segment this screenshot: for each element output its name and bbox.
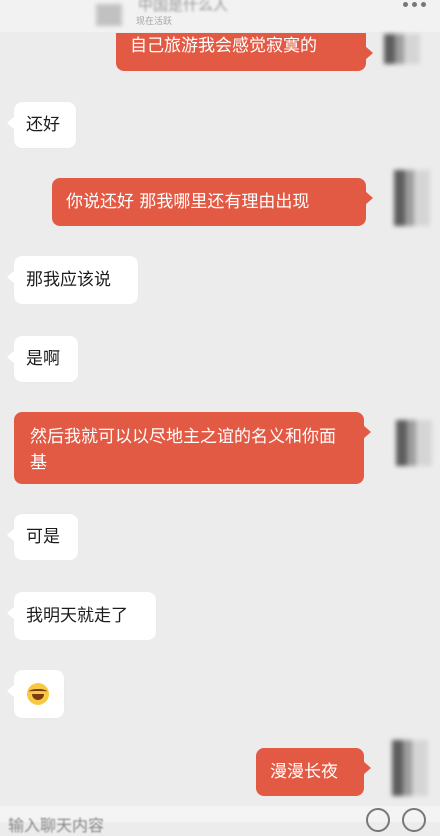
emoji-button-icon[interactable]	[366, 808, 390, 832]
more-icon[interactable]	[403, 2, 426, 7]
status-text: 现在活跃	[136, 17, 173, 27]
my-avatar[interactable]	[384, 34, 420, 64]
message-text: 漫漫长夜	[270, 762, 338, 782]
message-bubble-incoming[interactable]: 那我应该说	[7, 256, 138, 304]
message-bubble-incoming[interactable]: 我明天就走了	[7, 592, 156, 640]
message-bubble-outgoing[interactable]: 漫漫长夜	[256, 748, 371, 796]
chat-header: 中国是什么人 现在活跃	[0, 0, 440, 32]
chat-title: 中国是什么人	[138, 0, 229, 14]
my-avatar[interactable]	[392, 740, 428, 796]
chat-input[interactable]: 输入聊天内容	[8, 812, 104, 836]
add-button-icon[interactable]	[402, 808, 426, 832]
message-bubble-outgoing[interactable]: 你说还好 那我哪里还有理由出现	[52, 178, 373, 226]
contact-avatar[interactable]	[96, 4, 122, 26]
message-text: 自己旅游我会感觉寂寞的	[130, 36, 317, 56]
message-text: 我明天就走了	[26, 606, 128, 626]
my-avatar[interactable]	[394, 170, 430, 226]
message-text: 是啊	[26, 349, 60, 369]
message-text: 你说还好 那我哪里还有理由出现	[66, 192, 310, 212]
message-bubble-incoming[interactable]: 可是	[7, 514, 78, 560]
message-text: 那我应该说	[26, 270, 111, 290]
my-avatar[interactable]	[396, 420, 432, 466]
message-bubble-incoming[interactable]: 是啊	[7, 336, 78, 382]
message-bubble-incoming[interactable]	[7, 670, 64, 718]
message-bubble-outgoing[interactable]: 然后我就可以以尽地主之谊的名义和你面基	[14, 412, 371, 484]
message-text: 还好	[26, 115, 60, 135]
message-text: 可是	[26, 527, 60, 547]
message-bubble-outgoing[interactable]: 自己旅游我会感觉寂寞的	[116, 33, 373, 71]
laughing-crying-emoji-icon	[27, 683, 49, 705]
message-bubble-incoming[interactable]: 还好	[7, 102, 76, 148]
message-text: 然后我就可以以尽地主之谊的名义和你面基	[30, 427, 336, 473]
